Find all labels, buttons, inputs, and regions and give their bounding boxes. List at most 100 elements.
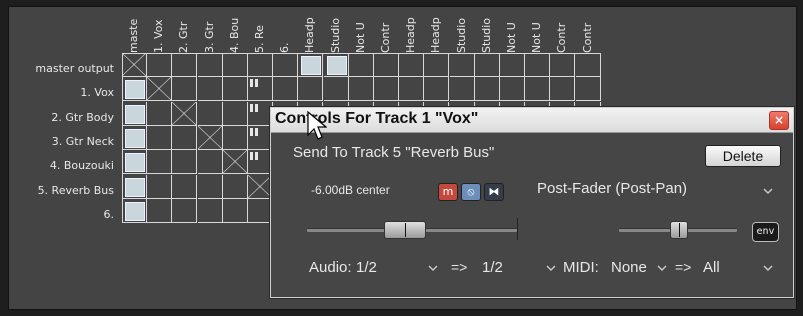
- routing-cell[interactable]: [474, 53, 500, 77]
- routing-cell[interactable]: [147, 53, 173, 77]
- routing-cell[interactable]: [172, 150, 198, 175]
- routing-cell[interactable]: [197, 198, 223, 223]
- dialog-title-bar[interactable]: Controls For Track 1 "Vox" ×: [271, 108, 793, 133]
- routing-cell[interactable]: [222, 101, 248, 126]
- routing-cell[interactable]: [122, 150, 147, 175]
- envelope-button[interactable]: env: [752, 222, 779, 242]
- volume-pan-readout: -6.00dB center: [311, 183, 390, 197]
- chevron-down-icon[interactable]: [546, 263, 556, 273]
- matrix-column-header: Contr: [576, 7, 600, 53]
- routing-cell[interactable]: [122, 77, 147, 102]
- routing-cell[interactable]: [348, 53, 374, 77]
- matrix-column-header-label: 3. Gtr: [203, 21, 216, 53]
- routing-cell[interactable]: [399, 53, 425, 77]
- chevron-down-icon[interactable]: [763, 186, 773, 196]
- routing-cell[interactable]: [525, 53, 551, 77]
- routing-cell[interactable]: [550, 77, 576, 102]
- routing-cell[interactable]: [298, 53, 324, 77]
- delete-send-button[interactable]: Delete: [705, 145, 781, 167]
- routing-cell[interactable]: [449, 77, 475, 102]
- routing-cell[interactable]: [197, 174, 223, 199]
- routing-cell[interactable]: [424, 77, 450, 102]
- routing-cell[interactable]: [147, 174, 173, 199]
- audio-source-select[interactable]: 1/2: [356, 259, 377, 276]
- routing-cell[interactable]: [172, 53, 198, 77]
- routing-cell[interactable]: [172, 77, 198, 102]
- mono-stereo-button[interactable]: ⧓: [484, 183, 504, 201]
- routing-cell[interactable]: [197, 125, 223, 150]
- matrix-column-header-label: Not U: [531, 22, 544, 53]
- routing-cell[interactable]: [197, 77, 223, 102]
- routing-cell[interactable]: [575, 53, 601, 77]
- routing-cell[interactable]: [147, 198, 173, 223]
- routing-cell[interactable]: [172, 198, 198, 223]
- send-level-indicator: [250, 127, 258, 136]
- routing-cell[interactable]: [122, 125, 147, 150]
- routing-cell[interactable]: [575, 77, 601, 102]
- routing-cell[interactable]: [222, 53, 248, 77]
- matrix-column-header-label: Headp: [430, 17, 443, 53]
- routing-cell[interactable]: [147, 125, 173, 150]
- routing-cell[interactable]: [222, 125, 248, 150]
- matrix-column-header-label: Contr: [380, 22, 392, 53]
- routing-cell[interactable]: [348, 77, 374, 102]
- routing-cell[interactable]: [323, 77, 349, 102]
- chevron-down-icon[interactable]: [763, 263, 773, 273]
- mute-button[interactable]: m: [438, 183, 458, 201]
- matrix-column-header-label: Headp: [304, 17, 317, 53]
- send-level-indicator: [250, 79, 258, 88]
- routing-cell[interactable]: [273, 53, 299, 77]
- routing-cell[interactable]: [197, 101, 223, 126]
- routing-cell[interactable]: [197, 53, 223, 77]
- chevron-down-icon[interactable]: [428, 263, 438, 273]
- routing-cell[interactable]: [172, 101, 198, 126]
- matrix-column-header: 5. Re: [248, 7, 272, 53]
- routing-cell[interactable]: [147, 77, 173, 102]
- routing-cell[interactable]: [273, 77, 299, 102]
- routing-cell[interactable]: [122, 101, 147, 126]
- close-button[interactable]: ×: [769, 111, 789, 130]
- matrix-column-header-label: 1. Vox: [153, 19, 166, 53]
- volume-slider-knob[interactable]: [383, 221, 426, 239]
- routing-cell[interactable]: [222, 150, 248, 175]
- routing-cell[interactable]: [248, 53, 273, 77]
- routing-cell[interactable]: [172, 125, 198, 150]
- routing-cell[interactable]: [374, 53, 399, 77]
- routing-cell[interactable]: [525, 77, 551, 102]
- routing-cell[interactable]: [323, 53, 349, 77]
- routing-cell[interactable]: [222, 198, 248, 223]
- routing-cell[interactable]: [298, 77, 324, 102]
- routing-cell[interactable]: [424, 53, 450, 77]
- routing-cell[interactable]: [399, 77, 425, 102]
- pan-slider-knob[interactable]: [670, 221, 688, 239]
- matrix-column-header-label: 6.: [279, 42, 292, 54]
- routing-cell[interactable]: [222, 77, 248, 102]
- routing-cell[interactable]: [197, 150, 223, 175]
- audio-destination-select[interactable]: 1/2: [482, 259, 503, 276]
- routing-cell[interactable]: [474, 77, 500, 102]
- routing-cell[interactable]: [122, 53, 147, 77]
- matrix-column-header: Contr: [550, 7, 574, 53]
- matrix-column-header: Studio: [475, 7, 499, 53]
- routing-cell[interactable]: [248, 77, 273, 102]
- routing-cell[interactable]: [172, 174, 198, 199]
- matrix-column-header: Not U: [500, 7, 524, 53]
- matrix-column-header: 2. Gtr: [172, 7, 196, 53]
- routing-cell[interactable]: [147, 101, 173, 126]
- phase-invert-button[interactable]: ⦸: [461, 183, 481, 201]
- routing-cell-active: [125, 201, 145, 221]
- routing-cell[interactable]: [449, 53, 475, 77]
- routing-cell[interactable]: [500, 77, 525, 102]
- routing-cell[interactable]: [550, 53, 576, 77]
- close-icon: ×: [773, 113, 785, 127]
- chevron-down-icon[interactable]: [657, 263, 667, 273]
- routing-cell[interactable]: [122, 198, 147, 223]
- routing-cell[interactable]: [122, 174, 147, 199]
- routing-cell[interactable]: [147, 150, 173, 175]
- midi-destination-select[interactable]: All: [703, 259, 720, 276]
- send-mode-select[interactable]: Post-Fader (Post-Pan): [537, 180, 687, 197]
- routing-cell[interactable]: [374, 77, 399, 102]
- routing-cell[interactable]: [500, 53, 525, 77]
- routing-cell[interactable]: [222, 174, 248, 199]
- midi-source-select[interactable]: None: [611, 259, 647, 276]
